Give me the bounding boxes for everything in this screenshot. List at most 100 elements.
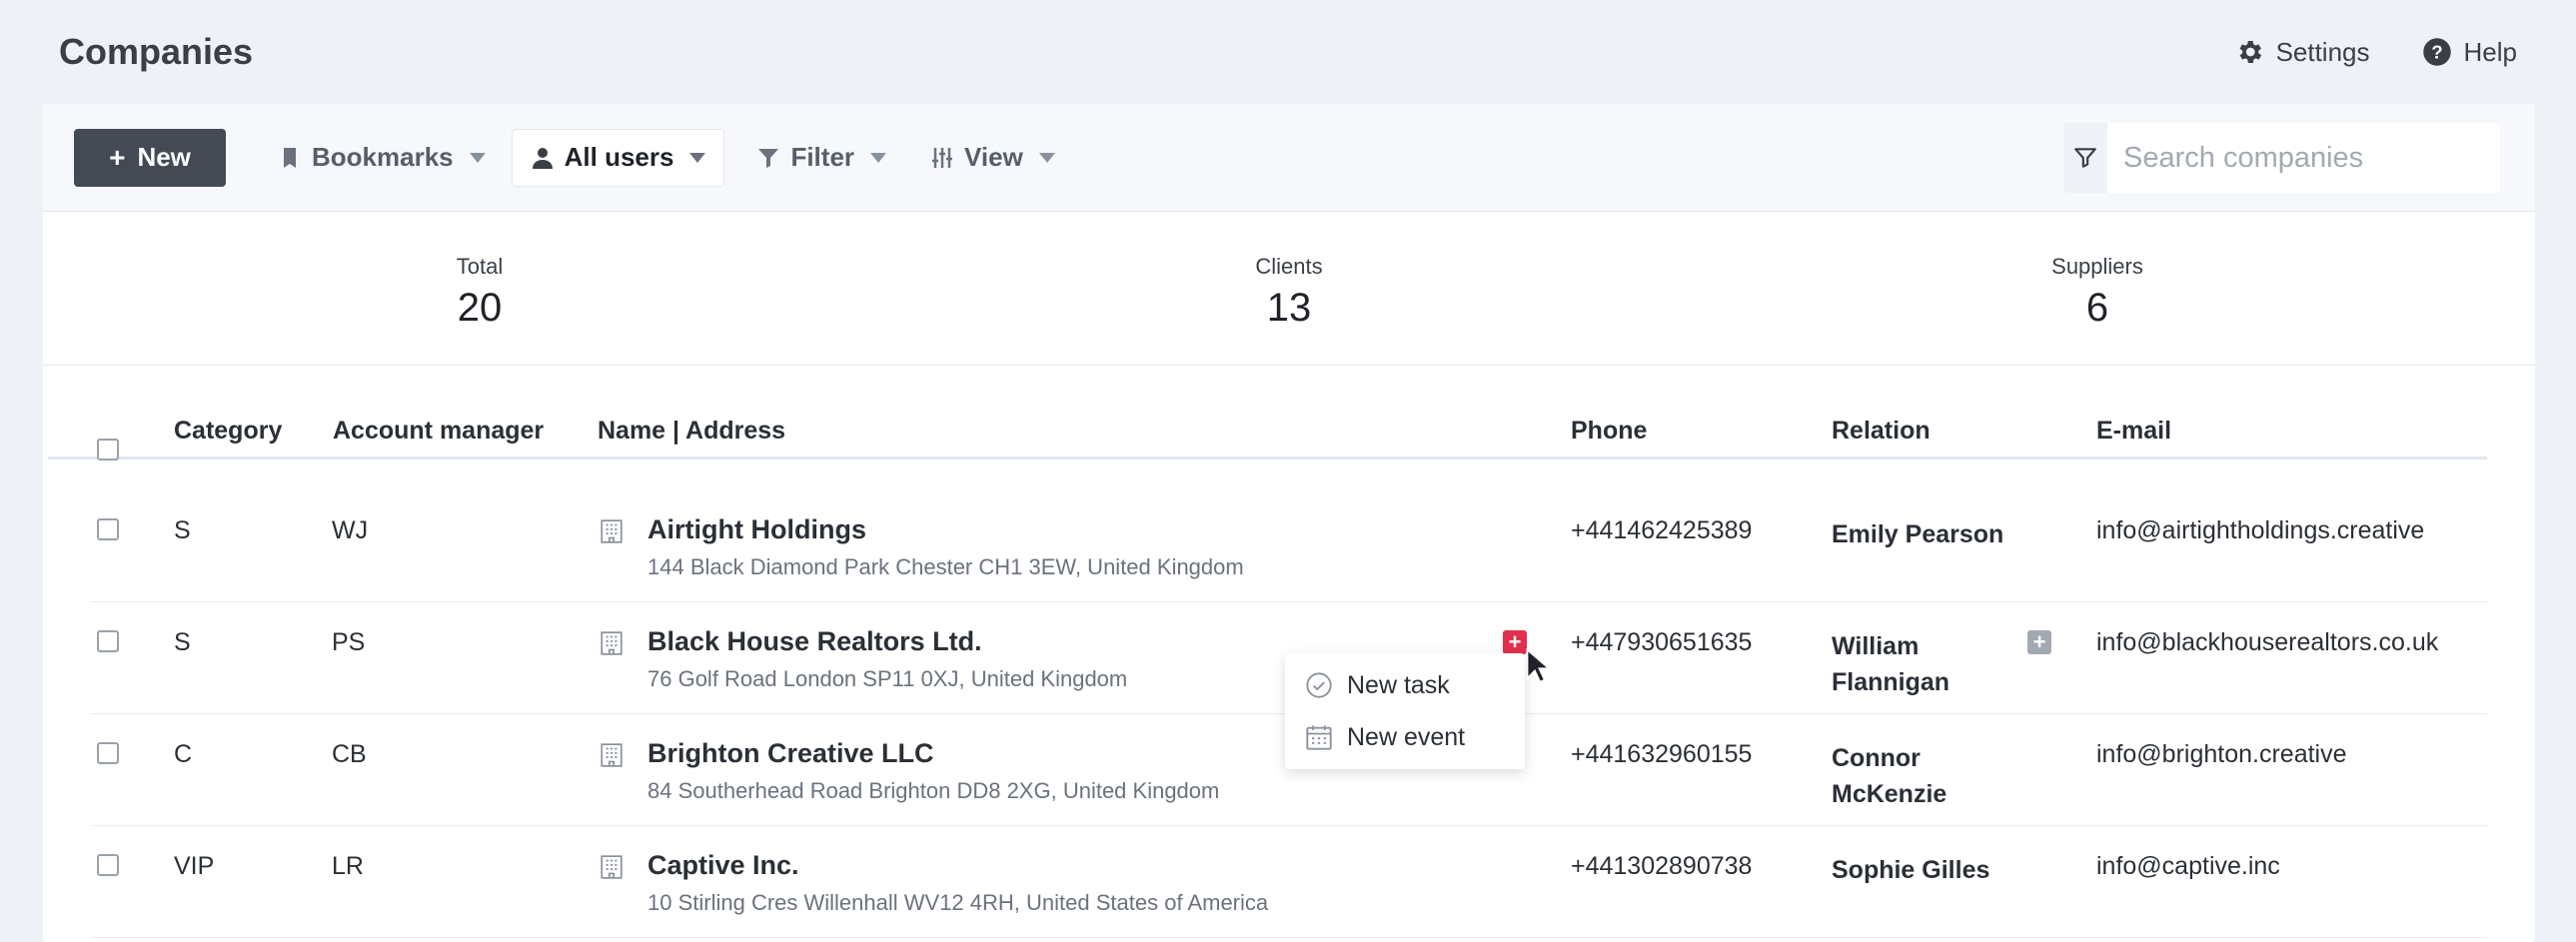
menu-item-new-task[interactable]: New task — [1285, 659, 1525, 711]
new-label: New — [137, 142, 191, 172]
table-row[interactable]: S WJ Airtight Holdings 144 Black Diamond… — [91, 490, 2487, 602]
cell-manager: PS — [332, 628, 366, 656]
cell-category: C — [174, 740, 193, 768]
stat-value: 20 — [457, 286, 503, 330]
page-header: Companies Settings ? Help — [0, 0, 2576, 104]
search-box — [2063, 123, 2500, 193]
company-name-link[interactable]: Airtight Holdings — [647, 514, 866, 545]
cell-relation[interactable]: Connor McKenzie — [1832, 740, 2041, 812]
page-title: Companies — [59, 31, 254, 72]
settings-link[interactable]: Settings — [2234, 37, 2370, 68]
cell-manager: LR — [332, 852, 364, 880]
col-email[interactable]: E-mail — [2096, 417, 2171, 446]
row-checkbox[interactable] — [97, 518, 119, 540]
stats-bar: Total 20 Clients 13 Suppliers 6 — [43, 212, 2535, 366]
col-relation[interactable]: Relation — [1832, 417, 1931, 446]
add-relation-button[interactable]: + — [2027, 630, 2051, 654]
company-address: 10 Stirling Cres Willenhall WV12 4RH, Un… — [647, 890, 1269, 915]
calendar-icon — [1306, 725, 1332, 750]
filter-dropdown[interactable]: Filter — [738, 129, 904, 187]
view-dropdown[interactable]: View — [912, 129, 1073, 187]
stat-value: 13 — [1266, 286, 1312, 330]
row-checkbox[interactable] — [97, 854, 119, 876]
cell-relation[interactable]: Sophie Gilles — [1832, 852, 2041, 888]
cell-relation[interactable]: Emily Pearson — [1832, 516, 2041, 552]
mouse-cursor-icon — [1526, 648, 1550, 683]
users-label: All users — [564, 142, 674, 172]
chevron-down-icon — [469, 152, 486, 163]
user-icon — [532, 147, 553, 169]
cell-email[interactable]: info@airtightholdings.creative — [2096, 516, 2424, 545]
select-all-checkbox[interactable] — [97, 439, 119, 461]
col-manager[interactable]: Account manager — [333, 417, 544, 446]
company-name-link[interactable]: Black House Realtors Ltd. — [647, 626, 982, 657]
new-task-label: New task — [1347, 670, 1450, 699]
cell-email[interactable]: info@brighton.creative — [2096, 740, 2347, 769]
filter-label: Filter — [790, 142, 855, 172]
col-phone[interactable]: Phone — [1571, 417, 1647, 446]
bookmarks-dropdown[interactable]: Bookmarks — [260, 129, 504, 187]
funnel-icon — [2074, 148, 2096, 168]
cell-phone: +441632960155 — [1571, 740, 1753, 768]
plus-icon: + — [109, 141, 126, 173]
cell-manager: WJ — [332, 516, 369, 544]
col-name[interactable]: Name | Address — [598, 417, 785, 446]
search-filter-button[interactable] — [2063, 123, 2107, 193]
cell-phone: +441302890738 — [1571, 852, 1753, 880]
cell-phone: +441462425389 — [1571, 516, 1753, 544]
stat-total: Total 20 — [457, 254, 503, 331]
bookmarks-label: Bookmarks — [312, 142, 454, 172]
help-link[interactable]: ? Help — [2422, 37, 2517, 68]
table-row[interactable]: VIP LR Captive Inc. 10 Stirling Cres Wil… — [91, 826, 2487, 938]
add-activity-menu: New task New event — [1285, 653, 1525, 769]
check-circle-icon — [1306, 672, 1332, 698]
companies-table: Category Account manager Name | Address … — [48, 370, 2487, 461]
filter-icon — [758, 148, 779, 168]
chevron-down-icon — [689, 152, 706, 163]
stat-suppliers: Suppliers 6 — [2051, 254, 2143, 331]
cell-email[interactable]: info@blackhouserealtors.co.uk — [2096, 628, 2438, 657]
cell-manager: CB — [332, 740, 367, 768]
toolbar: + New Bookmarks All users Filter View — [43, 104, 2535, 212]
cell-email[interactable]: info@captive.inc — [2096, 852, 2280, 881]
cell-relation[interactable]: William Flannigan — [1832, 628, 2041, 700]
menu-item-new-event[interactable]: New event — [1285, 711, 1525, 763]
stat-label: Suppliers — [2051, 254, 2143, 279]
stat-label: Clients — [1255, 254, 1323, 279]
cell-category: S — [174, 516, 191, 544]
cell-phone: +447930651635 — [1571, 628, 1753, 656]
add-activity-button[interactable]: + — [1503, 630, 1527, 654]
sliders-icon — [932, 147, 953, 168]
help-icon: ? — [2422, 38, 2451, 66]
row-checkbox[interactable] — [97, 630, 119, 652]
search-input[interactable] — [2107, 123, 2500, 193]
building-icon — [601, 855, 623, 879]
stat-clients: Clients 13 — [1255, 254, 1322, 331]
bookmark-icon — [284, 147, 296, 168]
building-icon — [601, 519, 623, 543]
stat-value: 6 — [2085, 286, 2109, 330]
new-button[interactable]: + New — [74, 128, 226, 187]
building-icon — [601, 743, 623, 767]
company-address: 84 Southerhead Road Brighton DD8 2XG, Un… — [647, 778, 1220, 803]
building-icon — [601, 631, 623, 655]
users-dropdown[interactable]: All users — [511, 128, 725, 187]
stat-label: Total — [456, 254, 504, 279]
view-label: View — [964, 142, 1023, 172]
col-category[interactable]: Category — [174, 417, 282, 446]
new-event-label: New event — [1347, 722, 1466, 751]
chevron-down-icon — [1038, 152, 1055, 163]
help-label: Help — [2463, 36, 2517, 67]
company-name-link[interactable]: Captive Inc. — [647, 850, 799, 881]
svg-text:?: ? — [2431, 41, 2442, 62]
gear-icon — [2239, 41, 2261, 63]
cell-category: S — [174, 628, 191, 656]
cell-category: VIP — [174, 852, 215, 880]
table-header: Category Account manager Name | Address … — [48, 370, 2487, 461]
chevron-down-icon — [870, 152, 887, 163]
settings-label: Settings — [2275, 36, 2370, 67]
company-address: 76 Golf Road London SP11 0XJ, United Kin… — [647, 666, 1128, 691]
row-checkbox[interactable] — [97, 742, 119, 764]
company-name-link[interactable]: Brighton Creative LLC — [647, 738, 934, 769]
company-address: 144 Black Diamond Park Chester CH1 3EW, … — [647, 554, 1244, 579]
